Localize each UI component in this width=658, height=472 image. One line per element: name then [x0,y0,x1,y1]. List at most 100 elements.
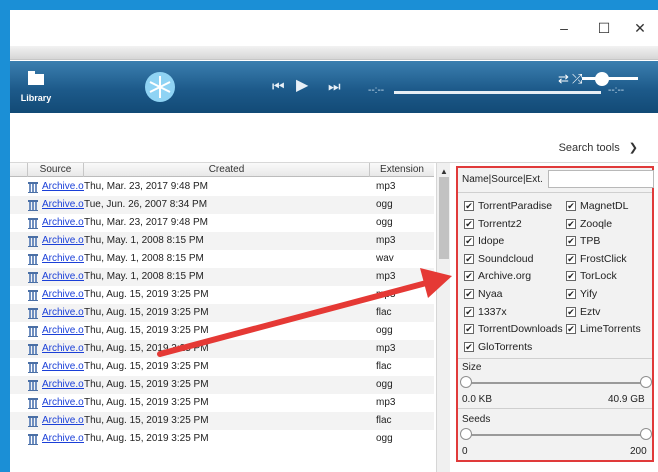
app-window: – ☐ ✕ Library ⏮ ▶ ⏭ --:-- --:-- ⇄ ⤮ Sear… [10,10,658,472]
archive-icon [28,254,38,265]
scrollbar-thumb[interactable] [439,177,449,259]
created-cell: Thu, Aug. 15, 2019 3:25 PM [84,289,209,300]
table-row[interactable]: Archive.orgThu, May. 1, 2008 8:15 PM wav [10,250,434,268]
table-row[interactable]: Archive.orgThu, Mar. 23, 2017 9:48 PM ogg [10,214,434,232]
created-cell: Thu, Aug. 15, 2019 3:25 PM [84,433,209,444]
play-button[interactable]: ▶ [296,75,308,97]
table-row[interactable]: Archive.orgThu, Aug. 15, 2019 3:25 PM fla… [10,412,434,430]
source-link[interactable]: Archive.org [42,196,84,214]
column-header-created[interactable]: Created [84,163,370,177]
name-filter-label: Name|Source|Ext. [462,174,543,185]
checkbox-checked-icon[interactable]: ✔ [464,236,474,247]
source-link[interactable]: Archive.org [42,394,84,412]
table-row[interactable]: Archive.orgThu, Aug. 15, 2019 3:25 PM ogg [10,430,434,448]
source-link[interactable]: Archive.org [42,232,84,250]
close-button[interactable]: ✕ [622,16,658,40]
engine-label: TorLock [580,270,617,283]
seeds-min-knob[interactable] [460,428,472,440]
source-link[interactable]: Archive.org [42,358,84,376]
source-link[interactable]: Archive.org [42,340,84,358]
maximize-button[interactable]: ☐ [586,16,622,40]
scroll-up-arrow-icon[interactable]: ▲ [440,167,448,176]
engine-label: Eztv [580,305,601,318]
engine-label: Torrentz2 [478,217,522,230]
created-cell: Thu, May. 1, 2008 8:15 PM [84,235,204,246]
source-link[interactable]: Archive.org [42,250,84,268]
engine-label: GloTorrents [478,340,533,353]
volume-slider[interactable] [582,77,638,80]
source-link[interactable]: Archive.org [42,322,84,340]
table-row[interactable]: Archive.orgThu, Aug. 15, 2019 3:25 PM mp3 [10,340,434,358]
engine-label: Zooqle [580,217,613,230]
table-row[interactable]: Archive.orgThu, Aug. 15, 2019 3:25 PM ogg [10,376,434,394]
seeds-max-knob[interactable] [640,428,652,440]
archive-icon [28,416,38,427]
created-cell: Thu, Mar. 23, 2017 9:48 PM [84,217,208,228]
size-range-slider[interactable] [466,382,648,384]
checkbox-checked-icon[interactable]: ✔ [566,253,576,264]
library-button[interactable]: Library [10,61,62,113]
checkbox-checked-icon[interactable]: ✔ [464,289,474,299]
table-row[interactable]: Archive.orgThu, May. 1, 2008 8:15 PM mp3 [10,268,434,286]
source-link[interactable]: Archive.org [42,214,84,232]
search-filter-panel: Name|Source|Ext. ✔ TorrentParadise ✔ Torren… [456,166,654,462]
source-link[interactable]: Archive.org [42,286,84,304]
table-row[interactable]: Archive.orgThu, Aug. 15, 2019 3:25 PM fla… [10,304,434,322]
checkbox-checked-icon[interactable]: ✔ [464,253,474,264]
checkbox-checked-icon[interactable]: ✔ [464,306,474,317]
table-row[interactable]: Archive.orgThu, Mar. 23, 2017 9:48 PM mp3 [10,178,434,196]
shuffle-icon[interactable]: ⤮ [572,71,582,87]
seeds-max-value: 200 [630,446,647,457]
checkbox-checked-icon[interactable]: ✔ [566,236,576,247]
extension-cell: ogg [376,325,393,336]
checkbox-checked-icon[interactable]: ✔ [464,201,474,211]
checkbox-checked-icon[interactable]: ✔ [464,271,474,282]
checkbox-checked-icon[interactable]: ✔ [566,218,576,229]
table-row[interactable]: Archive.orgThu, May. 1, 2008 8:15 PM mp3 [10,232,434,250]
checkbox-checked-icon[interactable]: ✔ [566,289,576,299]
source-link[interactable]: Archive.org [42,376,84,394]
checkbox-checked-icon[interactable]: ✔ [566,201,576,211]
repeat-icon[interactable]: ⇄ [558,71,569,87]
source-link[interactable]: Archive.org [42,178,84,196]
checkbox-checked-icon[interactable]: ✔ [464,341,474,352]
source-link[interactable]: Archive.org [42,430,84,448]
source-link[interactable]: Archive.org [42,304,84,322]
column-header-source[interactable]: Source [28,163,84,177]
extension-cell: flac [376,307,392,318]
checkbox-checked-icon[interactable]: ✔ [566,271,576,282]
size-min-knob[interactable] [460,376,472,388]
minimize-button[interactable]: – [546,16,582,40]
seeds-min-value: 0 [462,446,468,457]
extension-cell: flac [376,415,392,426]
progress-track[interactable] [394,91,601,94]
created-cell: Thu, May. 1, 2008 8:15 PM [84,253,204,264]
checkbox-checked-icon[interactable]: ✔ [566,324,576,335]
chevron-right-icon: ❯ [628,142,638,154]
name-filter-input[interactable] [548,170,654,188]
column-header-extension[interactable]: Extension [370,163,434,177]
checkbox-checked-icon[interactable]: ✔ [464,324,474,335]
volume-knob[interactable] [595,72,609,86]
seeds-range-slider[interactable] [466,434,648,436]
source-link[interactable]: Archive.org [42,412,84,430]
search-tools-label: Search tools [558,142,620,154]
search-tools-button[interactable]: Search tools ❯ [559,141,638,154]
table-row[interactable]: Archive.orgThu, Aug. 15, 2019 3:25 PM mp3 [10,394,434,412]
created-cell: Thu, Aug. 15, 2019 3:25 PM [84,415,209,426]
engine-label: Idope [478,235,505,248]
table-row[interactable]: Archive.orgThu, Aug. 15, 2019 3:25 PM ogg [10,322,434,340]
created-cell: Thu, Aug. 15, 2019 3:25 PM [84,361,209,372]
checkbox-checked-icon[interactable]: ✔ [464,218,474,229]
checkbox-checked-icon[interactable]: ✔ [566,306,576,317]
extension-cell: mp3 [376,343,396,354]
previous-track-button[interactable]: ⏮ [272,75,285,97]
table-row[interactable]: Archive.orgThu, Aug. 15, 2019 3:25 PM fla… [10,358,434,376]
size-max-knob[interactable] [640,376,652,388]
table-row[interactable]: Archive.orgTue, Jun. 26, 2007 8:34 PM ogg [10,196,434,214]
next-track-button[interactable]: ⏭ [328,75,341,97]
archive-icon [28,434,38,445]
vertical-scrollbar[interactable]: ▲ [436,163,450,472]
source-link[interactable]: Archive.org [42,268,84,286]
table-row[interactable]: Archive.orgThu, Aug. 15, 2019 3:25 PM mp3 [10,286,434,304]
